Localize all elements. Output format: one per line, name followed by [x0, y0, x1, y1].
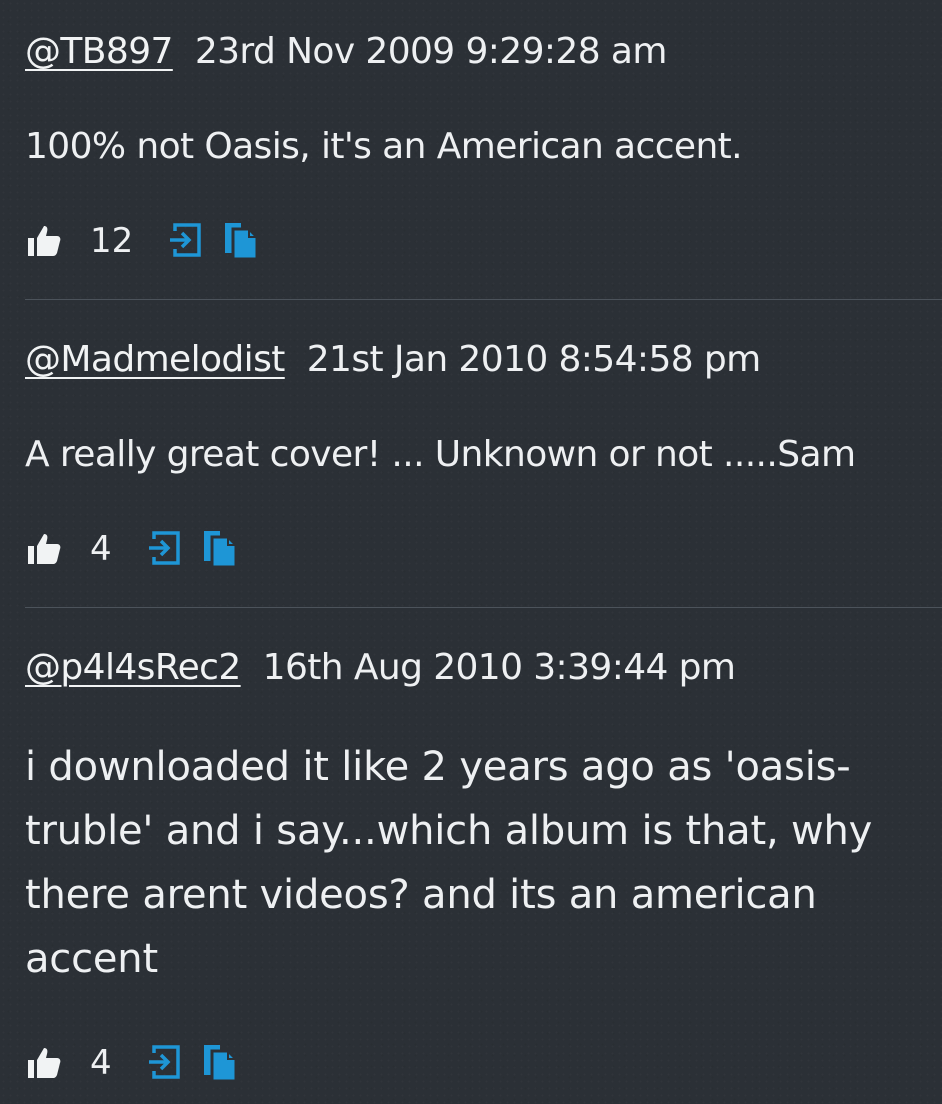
thumbs-up-icon[interactable] [25, 530, 63, 568]
comment-meta: @Madmelodist 21st Jan 2010 8:54:58 pm [25, 338, 761, 382]
comment-actions: 12 [25, 219, 259, 263]
copy-icon[interactable] [202, 1043, 238, 1083]
comment-actions: 4 [25, 1041, 238, 1085]
comment-meta: @p4l4sRec2 16th Aug 2010 3:39:44 pm [25, 646, 736, 690]
thumbs-up-icon[interactable] [25, 222, 63, 260]
comment-text: i downloaded it like 2 years ago as 'oas… [25, 744, 873, 982]
user-handle-link[interactable]: @Madmelodist [25, 339, 285, 380]
thumbs-up-icon[interactable] [25, 1044, 63, 1082]
comment-actions: 4 [25, 527, 238, 571]
comment-text: 100% not Oasis, it's an American accent. [25, 126, 743, 167]
like-count: 4 [90, 529, 112, 569]
divider [25, 607, 942, 608]
reply-arrow-icon[interactable] [146, 1043, 182, 1083]
reply-arrow-icon[interactable] [167, 221, 203, 261]
user-handle-link[interactable]: @TB897 [25, 31, 173, 72]
comment-timestamp: 21st Jan 2010 8:54:58 pm [306, 339, 761, 380]
copy-icon[interactable] [223, 221, 259, 261]
copy-icon[interactable] [202, 529, 238, 569]
divider [25, 299, 942, 300]
comment-meta: @TB897 23rd Nov 2009 9:29:28 am [25, 30, 667, 74]
comment-text: A really great cover! ... Unknown or not… [25, 434, 856, 475]
comment-timestamp: 23rd Nov 2009 9:29:28 am [194, 31, 668, 72]
reply-arrow-icon[interactable] [146, 529, 182, 569]
like-count: 12 [90, 221, 134, 261]
like-count: 4 [90, 1043, 112, 1083]
user-handle-link[interactable]: @p4l4sRec2 [25, 647, 241, 688]
comment-timestamp: 16th Aug 2010 3:39:44 pm [262, 647, 736, 688]
